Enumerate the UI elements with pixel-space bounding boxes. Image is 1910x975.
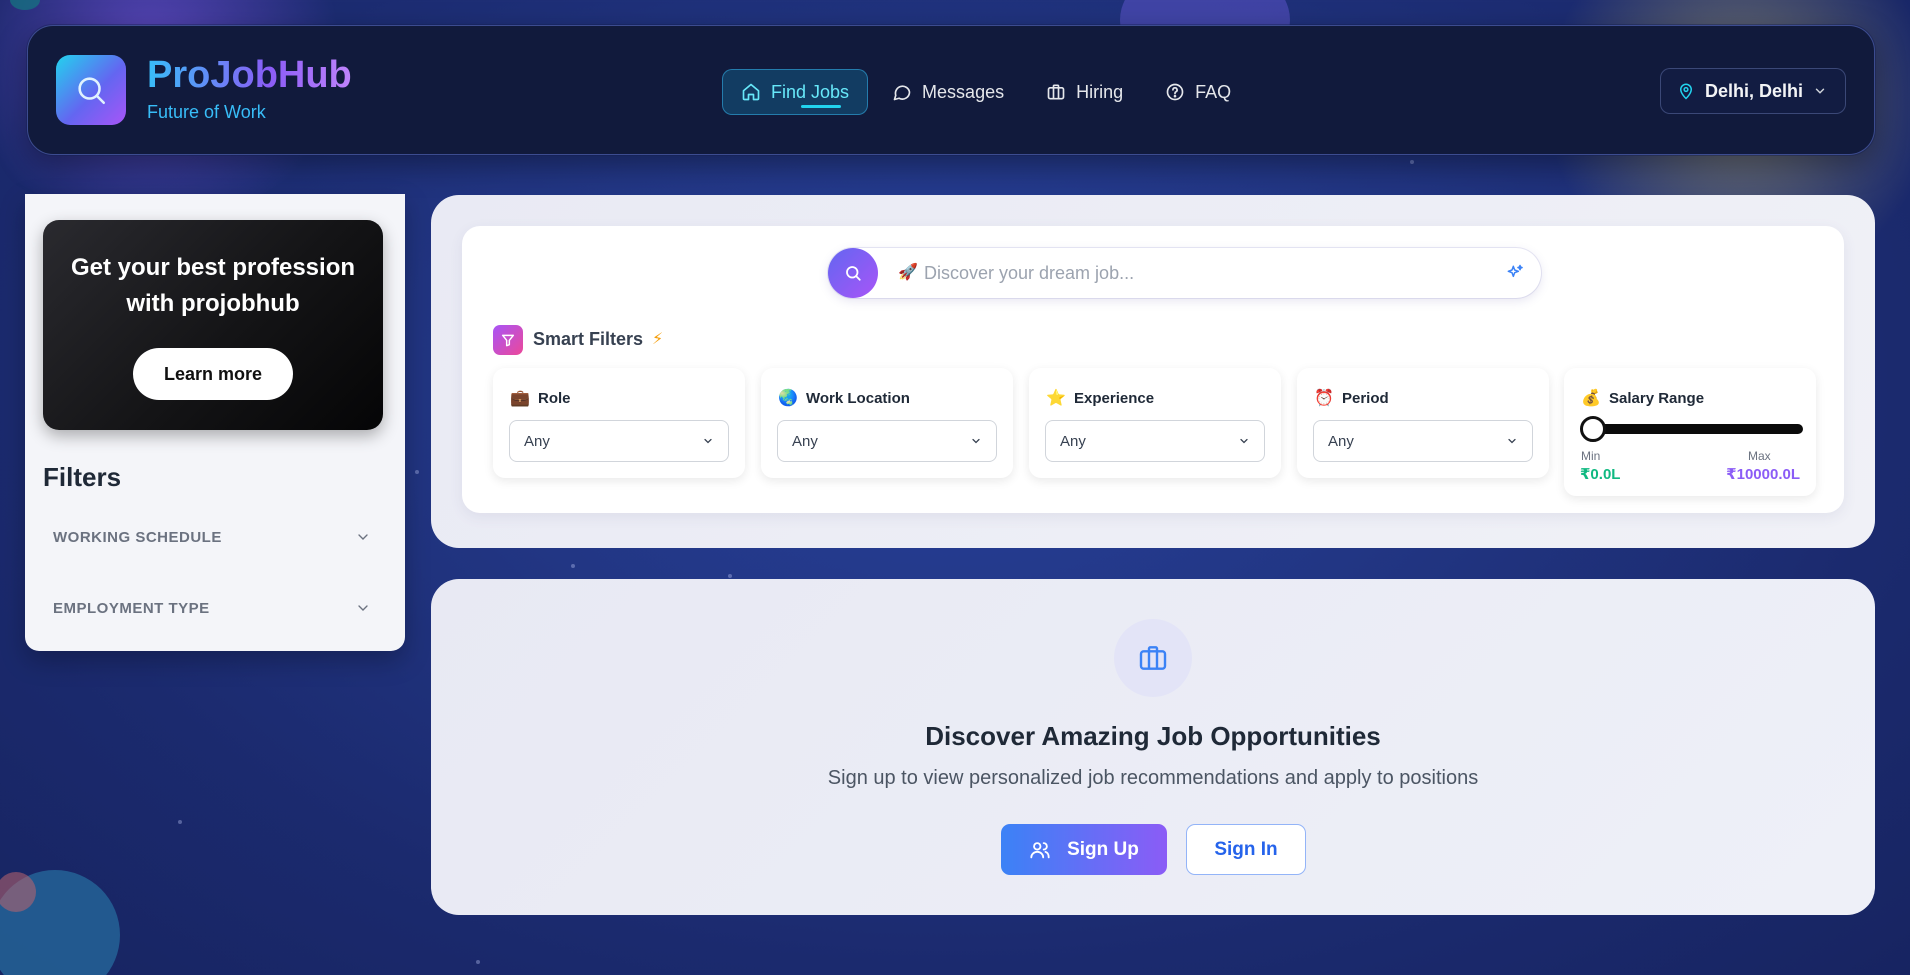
filter-label: Salary Range [1609,389,1705,407]
filter-card-salary: 💰 Salary Range Min Max ₹0.0L ₹10000.0L [1564,368,1816,496]
brand-name[interactable]: ProJobHub [147,54,352,97]
chevron-down-icon [358,605,368,611]
top-navbar: ProJobHub Future of Work Find Jobs Messa… [27,25,1875,155]
background-dot [1410,160,1414,164]
filter-section-label: EMPLOYMENT TYPE [53,599,210,617]
help-icon [1166,83,1184,101]
briefcase-emoji-icon: 💼 [510,390,530,407]
brand-tagline: Future of Work [147,102,266,122]
select-value: Any [1060,432,1086,450]
filter-employment-type[interactable]: EMPLOYMENT TYPE [53,593,371,623]
filter-card-role: 💼 Role Any [493,368,745,478]
promo-card: Get your best profession with projobhub … [43,220,383,430]
work-location-select[interactable]: Any [777,420,997,462]
nav-find-jobs[interactable]: Find Jobs [722,69,869,115]
filter-section-label: WORKING SCHEDULE [53,528,222,546]
lightning-icon: ⚡ [652,331,664,348]
discover-title: Discover Amazing Job Opportunities [925,721,1381,751]
salary-slider-track[interactable] [1593,424,1803,434]
location-label: Delhi, Delhi [1705,80,1804,101]
select-value: Any [1328,432,1354,450]
chevron-down-icon [358,534,368,540]
logo[interactable] [56,55,126,125]
background-dot [571,564,575,568]
salary-slider-thumb[interactable] [1580,416,1606,442]
search-icon [78,77,106,105]
discover-subtitle: Sign up to view personalized job recomme… [827,767,1479,789]
search-icon [846,266,861,281]
search-bar[interactable]: 🚀 [828,248,1541,298]
sign-up-button[interactable]: Sign Up [1001,824,1167,875]
salary-max-label: Max [1748,449,1771,463]
search-button[interactable] [828,248,878,298]
money-bag-icon: 💰 [1581,390,1601,407]
discover-section: Discover Amazing Job Opportunities Sign … [431,579,1875,915]
nav-messages[interactable]: Messages [874,69,1022,115]
filter-label: Role [538,389,571,407]
filter-icon [493,325,523,355]
salary-min-value: ₹0.0L [1580,466,1621,483]
nav-label: Find Jobs [771,81,850,102]
smart-filters-title: Smart Filters [533,329,644,349]
chevron-down-icon [972,438,980,444]
filter-card-period: ⏰ Period Any [1297,368,1549,478]
filter-label: Experience [1074,389,1155,407]
experience-select[interactable]: Any [1045,420,1265,462]
nav-label: FAQ [1195,81,1232,102]
map-pin-icon [1679,83,1693,100]
chevron-down-icon [1508,438,1516,444]
rocket-icon: 🚀 [898,264,918,281]
salary-max-value: ₹10000.0L [1726,466,1800,483]
search-panel: 🚀 Smart Filters ⚡ 💼 Role Any 🌏 Work Locati… [462,226,1844,513]
nav-label: Hiring [1076,81,1124,102]
chevron-down-icon [1240,438,1248,444]
background-dot [415,470,419,474]
filter-card-experience: ⭐ Experience Any [1029,368,1281,478]
filter-working-schedule[interactable]: WORKING SCHEDULE [53,522,371,552]
alarm-clock-icon: ⏰ [1314,390,1334,407]
briefcase-icon [1047,84,1065,100]
briefcase-icon [1139,646,1167,670]
sidebar: Get your best profession with projobhub … [25,194,405,651]
sign-up-label: Sign Up [1067,838,1139,860]
search-section: 🚀 Smart Filters ⚡ 💼 Role Any 🌏 Work Locati… [431,195,1875,548]
filters-heading: Filters [43,462,122,492]
sign-in-button[interactable]: Sign In [1186,824,1306,875]
filter-label: Period [1342,389,1389,407]
globe-icon: 🌏 [778,390,798,407]
filter-card-work-location: 🌏 Work Location Any [761,368,1013,478]
background-dot [476,960,480,964]
select-value: Any [524,432,550,450]
background-dot [178,820,182,824]
filter-label: Work Location [806,389,910,407]
nav-faq[interactable]: FAQ [1147,69,1249,115]
nav-label: Messages [922,81,1005,102]
search-input[interactable] [924,258,1484,288]
message-icon [893,85,911,101]
nav-hiring[interactable]: Hiring [1028,69,1141,115]
role-select[interactable]: Any [509,420,729,462]
home-icon [742,83,760,101]
background-dot [728,574,732,578]
star-icon: ⭐ [1046,390,1066,407]
briefcase-icon-badge [1114,619,1192,697]
salary-min-label: Min [1581,449,1601,463]
select-value: Any [792,432,818,450]
learn-more-button[interactable]: Learn more [133,348,293,400]
period-select[interactable]: Any [1313,420,1533,462]
chevron-down-icon [1815,88,1825,94]
chevron-down-icon [704,438,712,444]
main-nav: Find Jobs Messages Hiring FAQ [722,69,1255,115]
sparkle-icon[interactable] [1505,263,1525,283]
promo-title: Get your best profession with projobhub [70,254,356,317]
location-selector[interactable]: Delhi, Delhi [1660,68,1846,114]
users-icon [1030,841,1050,858]
